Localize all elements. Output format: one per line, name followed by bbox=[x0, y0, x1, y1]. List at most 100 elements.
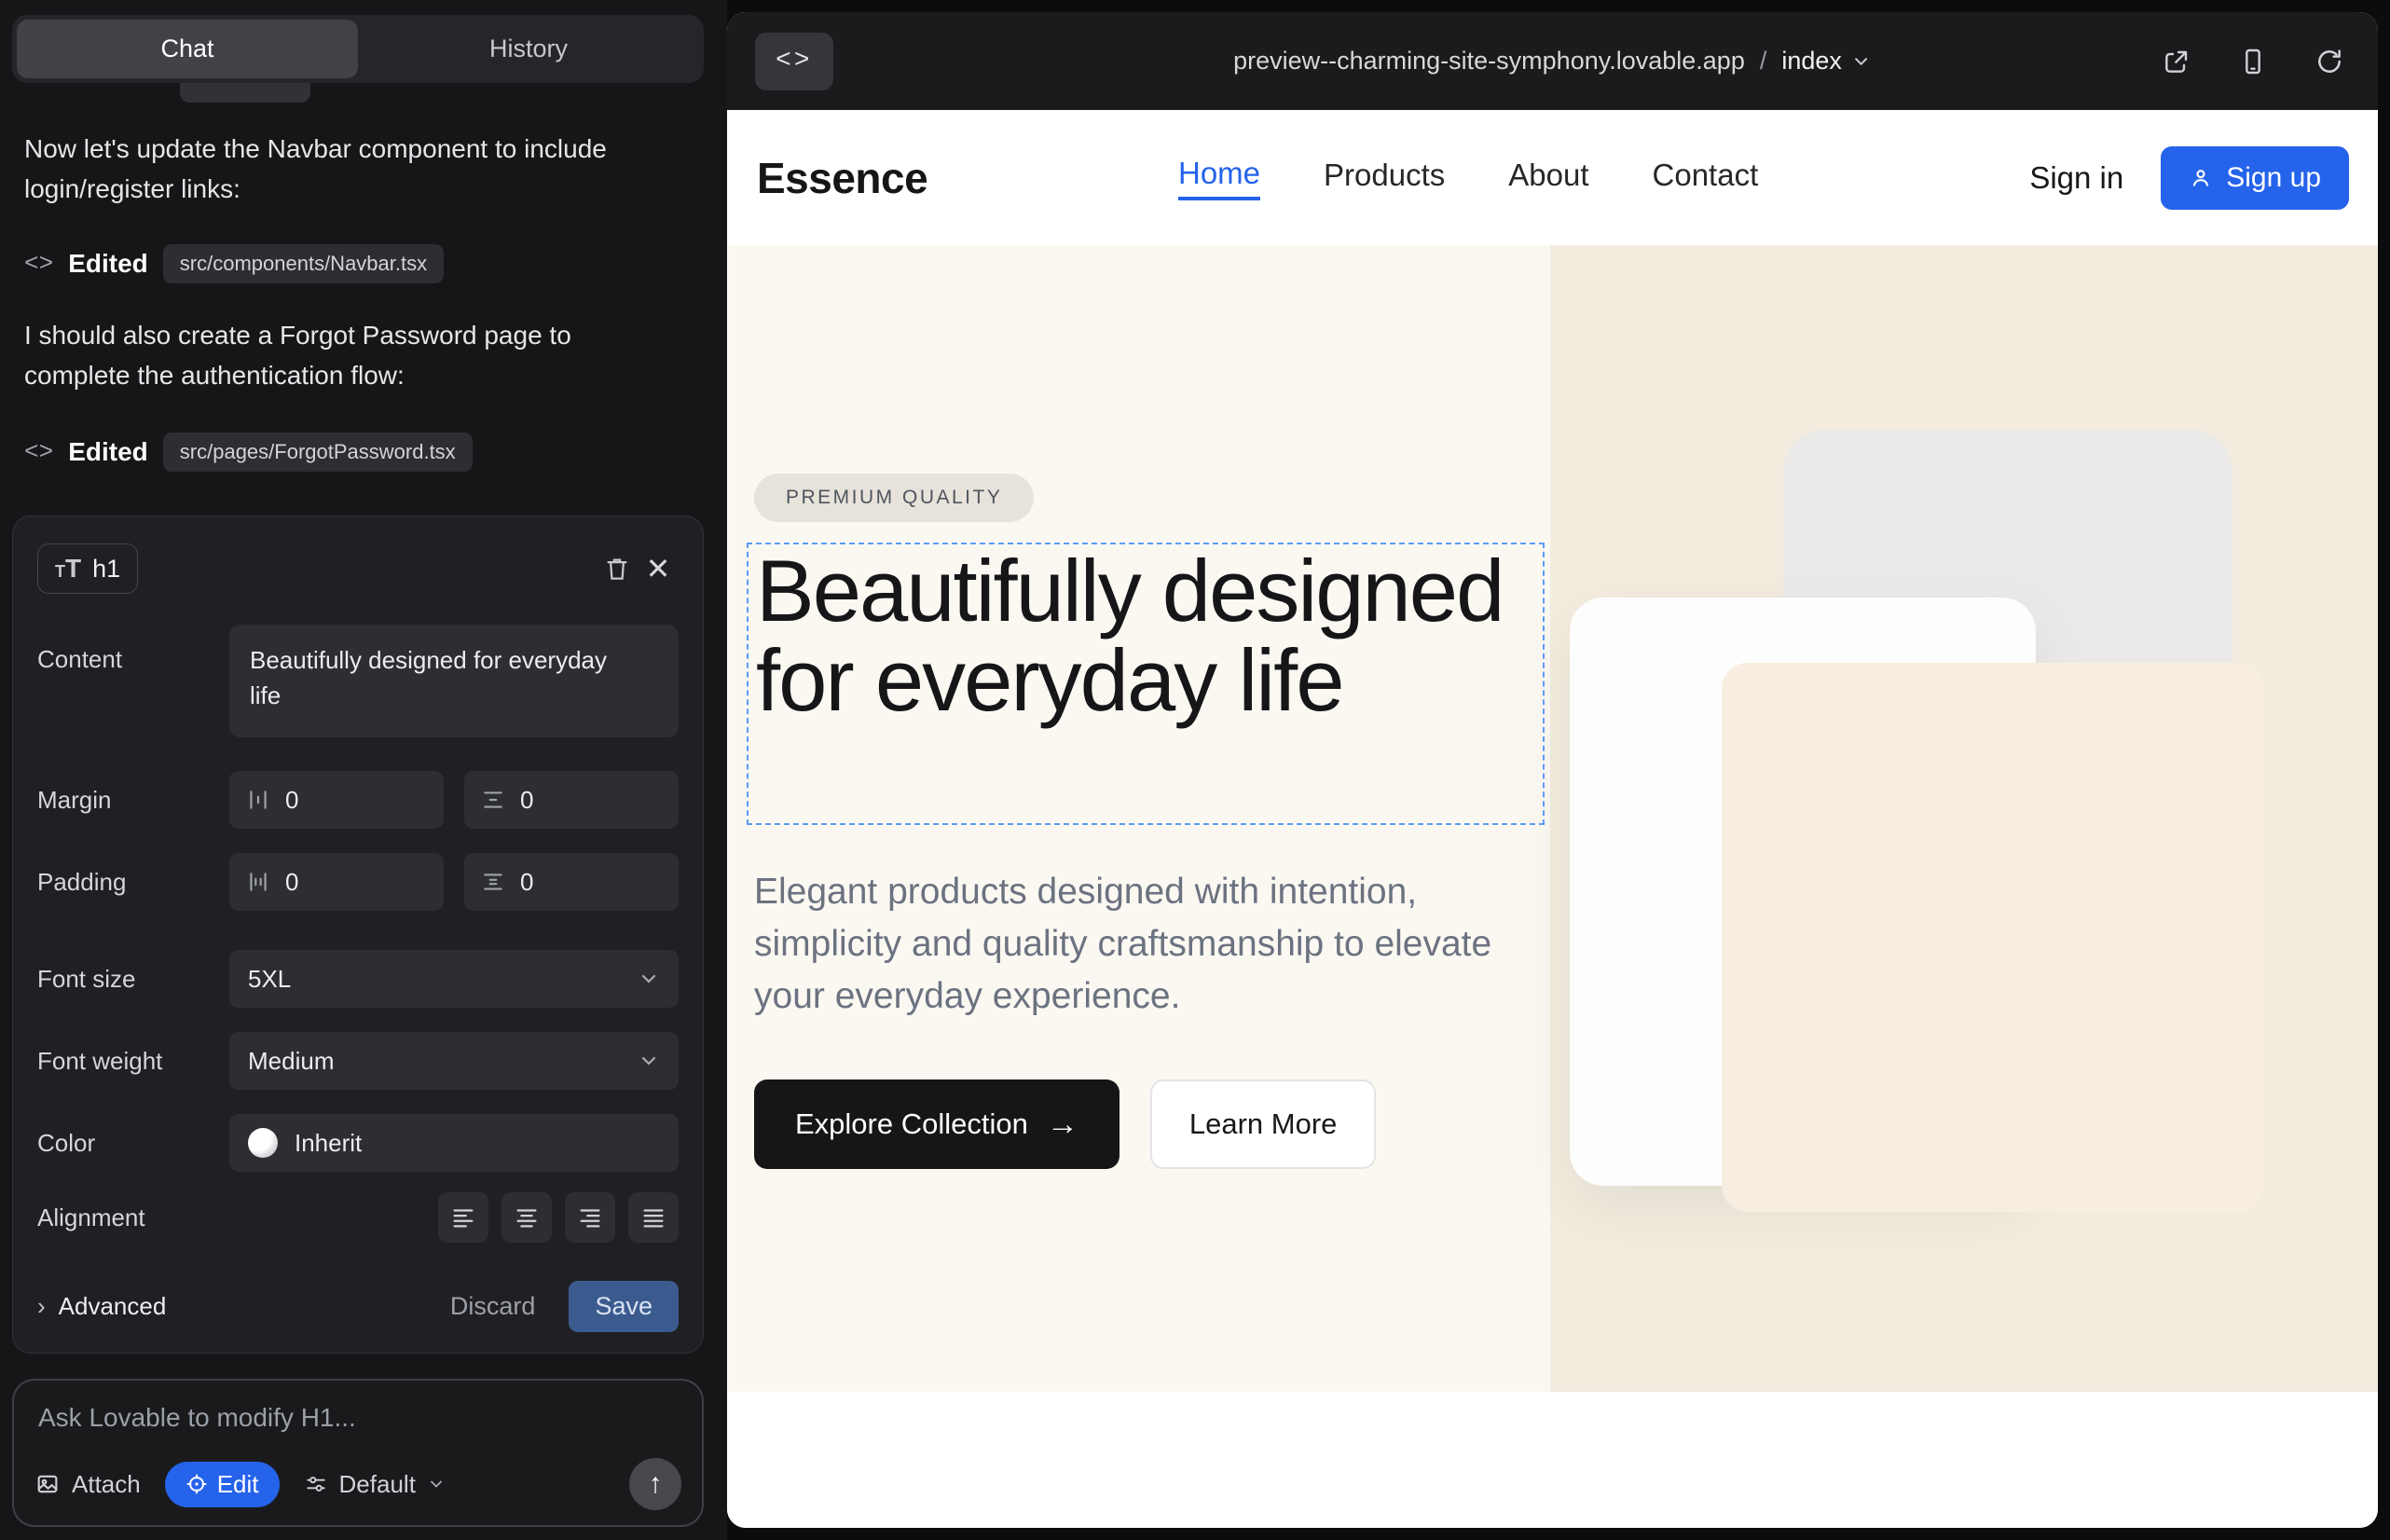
hero-description: Elegant products designed with intention… bbox=[754, 866, 1500, 1022]
close-editor-button[interactable]: ✕ bbox=[638, 548, 679, 589]
align-right-button[interactable] bbox=[565, 1192, 615, 1243]
element-tag-label: h1 bbox=[92, 555, 120, 584]
sign-up-button[interactable]: Sign up bbox=[2161, 146, 2349, 210]
code-view-toggle[interactable]: <> bbox=[755, 33, 833, 90]
url-host: preview--charming-site-symphony.lovable.… bbox=[1233, 47, 1745, 76]
hero-headline[interactable]: Beautifully designed for everyday life bbox=[756, 546, 1535, 725]
code-icon: <> bbox=[24, 250, 53, 278]
sign-in-link[interactable]: Sign in bbox=[2029, 160, 2123, 196]
attach-label: Attach bbox=[72, 1470, 141, 1499]
padding-y-input[interactable]: 0 bbox=[464, 853, 679, 911]
content-input[interactable]: Beautifully designed for everyday life bbox=[229, 625, 679, 737]
padding-x-input[interactable]: 0 bbox=[229, 853, 444, 911]
composer-placeholder[interactable]: Ask Lovable to modify H1... bbox=[38, 1403, 678, 1433]
padding-vertical-icon bbox=[481, 870, 505, 894]
margin-row: Margin 0 bbox=[37, 771, 679, 829]
margin-x-value: 0 bbox=[285, 786, 298, 815]
quality-badge: PREMIUM QUALITY bbox=[754, 474, 1034, 522]
discard-button[interactable]: Discard bbox=[450, 1292, 536, 1321]
align-justify-button[interactable] bbox=[628, 1192, 679, 1243]
auth-actions: Sign in Sign up bbox=[2029, 146, 2349, 210]
close-icon: ✕ bbox=[646, 551, 671, 586]
content-label: Content bbox=[37, 625, 229, 674]
padding-x-value: 0 bbox=[285, 868, 298, 897]
margin-label: Margin bbox=[37, 786, 229, 815]
element-editor-panel: TT h1 ✕ Content Beautifully desi bbox=[12, 516, 704, 1354]
align-right-icon bbox=[576, 1203, 604, 1231]
alignment-label: Alignment bbox=[37, 1203, 229, 1232]
nav-link-products[interactable]: Products bbox=[1324, 158, 1445, 199]
primary-cta-label: Explore Collection bbox=[795, 1107, 1028, 1141]
preview-actions bbox=[2156, 41, 2350, 82]
edited-file-chip[interactable]: src/pages/ForgotPassword.tsx bbox=[163, 433, 473, 472]
edited-file-row: <> Edited src/components/Navbar.tsx bbox=[24, 244, 444, 283]
hero-section: PREMIUM QUALITY Beautifully designed for… bbox=[727, 245, 2378, 1392]
selected-h1-outline[interactable]: Beautifully designed for everyday life bbox=[747, 543, 1545, 825]
font-size-label: Font size bbox=[37, 965, 229, 994]
chat-sidebar: Chat History Now let's update the Navbar… bbox=[0, 0, 727, 1540]
preview-url[interactable]: preview--charming-site-symphony.lovable.… bbox=[1233, 47, 1872, 76]
site-navbar: Essence Home Products About Contact Sign… bbox=[727, 110, 2378, 245]
padding-label: Padding bbox=[37, 868, 229, 897]
sign-up-label: Sign up bbox=[2226, 162, 2321, 194]
align-left-button[interactable] bbox=[438, 1192, 488, 1243]
nav-link-contact[interactable]: Contact bbox=[1653, 158, 1759, 199]
delete-element-button[interactable] bbox=[597, 548, 638, 589]
sliders-icon bbox=[304, 1472, 328, 1496]
tab-bar: Chat History bbox=[12, 15, 704, 83]
refresh-button[interactable] bbox=[2309, 41, 2350, 82]
margin-vertical-icon bbox=[481, 788, 505, 812]
font-weight-select[interactable]: Medium bbox=[229, 1032, 679, 1090]
hero-cta-row: Explore Collection → Learn More bbox=[754, 1079, 1376, 1169]
color-row: Color Inherit bbox=[37, 1114, 679, 1172]
learn-more-button[interactable]: Learn More bbox=[1150, 1079, 1377, 1169]
tab-history[interactable]: History bbox=[358, 20, 699, 78]
font-size-row: Font size 5XL bbox=[37, 950, 679, 1008]
edited-action-label: Edited bbox=[68, 249, 148, 279]
site-brand[interactable]: Essence bbox=[757, 153, 927, 203]
color-swatch bbox=[248, 1128, 278, 1158]
nav-link-about[interactable]: About bbox=[1508, 158, 1588, 199]
smartphone-icon bbox=[2238, 47, 2268, 76]
url-page: index bbox=[1781, 47, 1842, 76]
site-nav-links: Home Products About Contact bbox=[1178, 156, 1758, 200]
explore-collection-button[interactable]: Explore Collection → bbox=[754, 1079, 1119, 1169]
attach-image-icon bbox=[34, 1471, 61, 1497]
advanced-toggle[interactable]: › Advanced bbox=[37, 1292, 166, 1321]
arrow-up-icon: ↑ bbox=[649, 1468, 663, 1500]
margin-y-value: 0 bbox=[520, 786, 533, 815]
chat-message: Now let's update the Navbar component to… bbox=[24, 129, 621, 210]
margin-x-input[interactable]: 0 bbox=[229, 771, 444, 829]
chevron-down-icon bbox=[427, 1475, 446, 1493]
padding-row: Padding 0 bbox=[37, 853, 679, 911]
decorative-card-beige bbox=[1722, 663, 2263, 1212]
url-separator: / bbox=[1760, 47, 1767, 76]
selected-element-pill[interactable]: TT h1 bbox=[37, 543, 138, 594]
chat-composer[interactable]: Ask Lovable to modify H1... Attach bbox=[12, 1379, 704, 1527]
save-button[interactable]: Save bbox=[569, 1281, 679, 1332]
send-button[interactable]: ↑ bbox=[629, 1458, 681, 1510]
edit-mode-button[interactable]: Edit bbox=[165, 1462, 280, 1507]
color-select[interactable]: Inherit bbox=[229, 1114, 679, 1172]
alignment-row: Alignment bbox=[37, 1192, 679, 1243]
editor-footer: › Advanced Discard Save bbox=[37, 1282, 679, 1330]
font-size-select[interactable]: 5XL bbox=[229, 950, 679, 1008]
mode-select[interactable]: Default bbox=[304, 1470, 446, 1499]
open-external-button[interactable] bbox=[2156, 41, 2197, 82]
nav-link-home[interactable]: Home bbox=[1178, 156, 1260, 200]
attach-button[interactable]: Attach bbox=[34, 1470, 141, 1499]
color-label: Color bbox=[37, 1129, 229, 1158]
chevron-down-icon bbox=[638, 968, 660, 990]
tab-chat[interactable]: Chat bbox=[17, 20, 358, 78]
trash-icon bbox=[603, 555, 631, 583]
preview-window: <> preview--charming-site-symphony.lovab… bbox=[727, 12, 2378, 1528]
align-center-icon bbox=[513, 1203, 541, 1231]
typography-icon: TT bbox=[55, 554, 81, 584]
external-link-icon bbox=[2162, 47, 2191, 76]
mobile-view-button[interactable] bbox=[2232, 41, 2273, 82]
arrow-right-icon: → bbox=[1047, 1107, 1078, 1143]
edited-file-chip[interactable]: src/components/Navbar.tsx bbox=[163, 244, 444, 283]
align-center-button[interactable] bbox=[501, 1192, 552, 1243]
code-icon: <> bbox=[24, 438, 53, 466]
margin-y-input[interactable]: 0 bbox=[464, 771, 679, 829]
